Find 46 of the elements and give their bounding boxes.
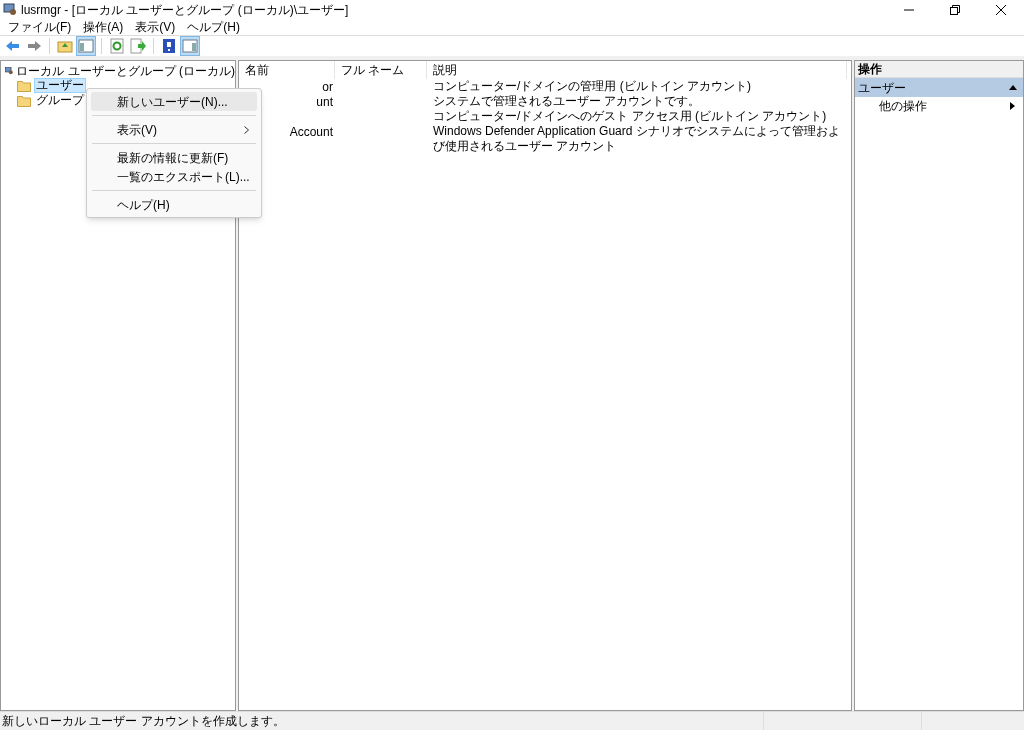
computer-users-icon — [5, 64, 14, 77]
window-title: lusrmgr - [ローカル ユーザーとグループ (ローカル)\ユーザー] — [21, 2, 349, 19]
action-link[interactable]: 他の操作 — [879, 97, 1010, 115]
actions-section-header[interactable]: ユーザー — [855, 78, 1023, 97]
submenu-arrow-icon — [1010, 102, 1015, 110]
refresh-button[interactable] — [107, 36, 127, 56]
table-cell: コンピューター/ドメインへのゲスト アクセス用 (ビルトイン アカウント) — [433, 109, 827, 124]
menu-item[interactable]: 表示(V) — [129, 20, 182, 35]
actions-header: 操作 — [855, 61, 1023, 78]
context-menu-item[interactable]: 最新の情報に更新(F) — [91, 148, 257, 167]
folder-icon — [17, 79, 31, 92]
export-list-button[interactable] — [128, 36, 148, 56]
tree-item[interactable]: ローカル ユーザーとグループ (ローカル) — [16, 61, 235, 80]
chevron-right-icon — [244, 125, 249, 134]
computer-users-icon — [3, 3, 17, 17]
table-cell-text: Windows Defender Application Guard シナリオでシステムによって管理および使用されるユーザー アカウント — [433, 124, 841, 154]
table-cell-text: unt — [316, 93, 333, 111]
table-cell: システムで管理されるユーザー アカウントです。 — [433, 94, 701, 109]
column-header[interactable]: 説明 — [427, 61, 847, 79]
help-book-icon — [161, 38, 177, 54]
menu-item[interactable]: 操作(A) — [77, 20, 130, 35]
folder-icon — [17, 94, 31, 107]
console-tree-icon — [78, 38, 94, 54]
console-tree-button[interactable] — [76, 36, 96, 56]
folder-up-icon — [57, 38, 73, 54]
context-menu-item[interactable]: 一覧のエクスポート(L)... — [91, 167, 257, 186]
forward-arrow-icon — [26, 38, 42, 54]
close-icon — [996, 5, 1006, 15]
tree-item[interactable]: ユーザー — [34, 78, 86, 93]
restore-icon — [950, 5, 960, 15]
tree-item[interactable]: グループ — [34, 93, 86, 108]
menu-item[interactable]: ヘルプ(H) — [181, 20, 246, 35]
menu-item[interactable]: ファイル(F) — [2, 20, 78, 35]
column-header[interactable]: 名前 — [239, 61, 335, 79]
action-pane-icon — [182, 38, 198, 54]
export-list-icon — [130, 38, 146, 54]
table-cell: コンピューター/ドメインの管理用 (ビルトイン アカウント) — [433, 79, 751, 94]
table-cell-text: Account — [289, 123, 333, 141]
table-cell-text: or — [322, 78, 333, 96]
back-arrow-icon — [5, 38, 21, 54]
context-menu-item[interactable]: 表示(V) — [91, 120, 257, 139]
status-text: 新しいローカル ユーザー アカウントを作成します。 — [0, 712, 764, 730]
column-header[interactable]: フル ネーム — [335, 61, 427, 79]
refresh-icon — [109, 38, 125, 54]
context-menu-item[interactable]: ヘルプ(H) — [91, 195, 257, 214]
context-menu-item[interactable]: 新しいユーザー(N)... — [91, 92, 257, 111]
